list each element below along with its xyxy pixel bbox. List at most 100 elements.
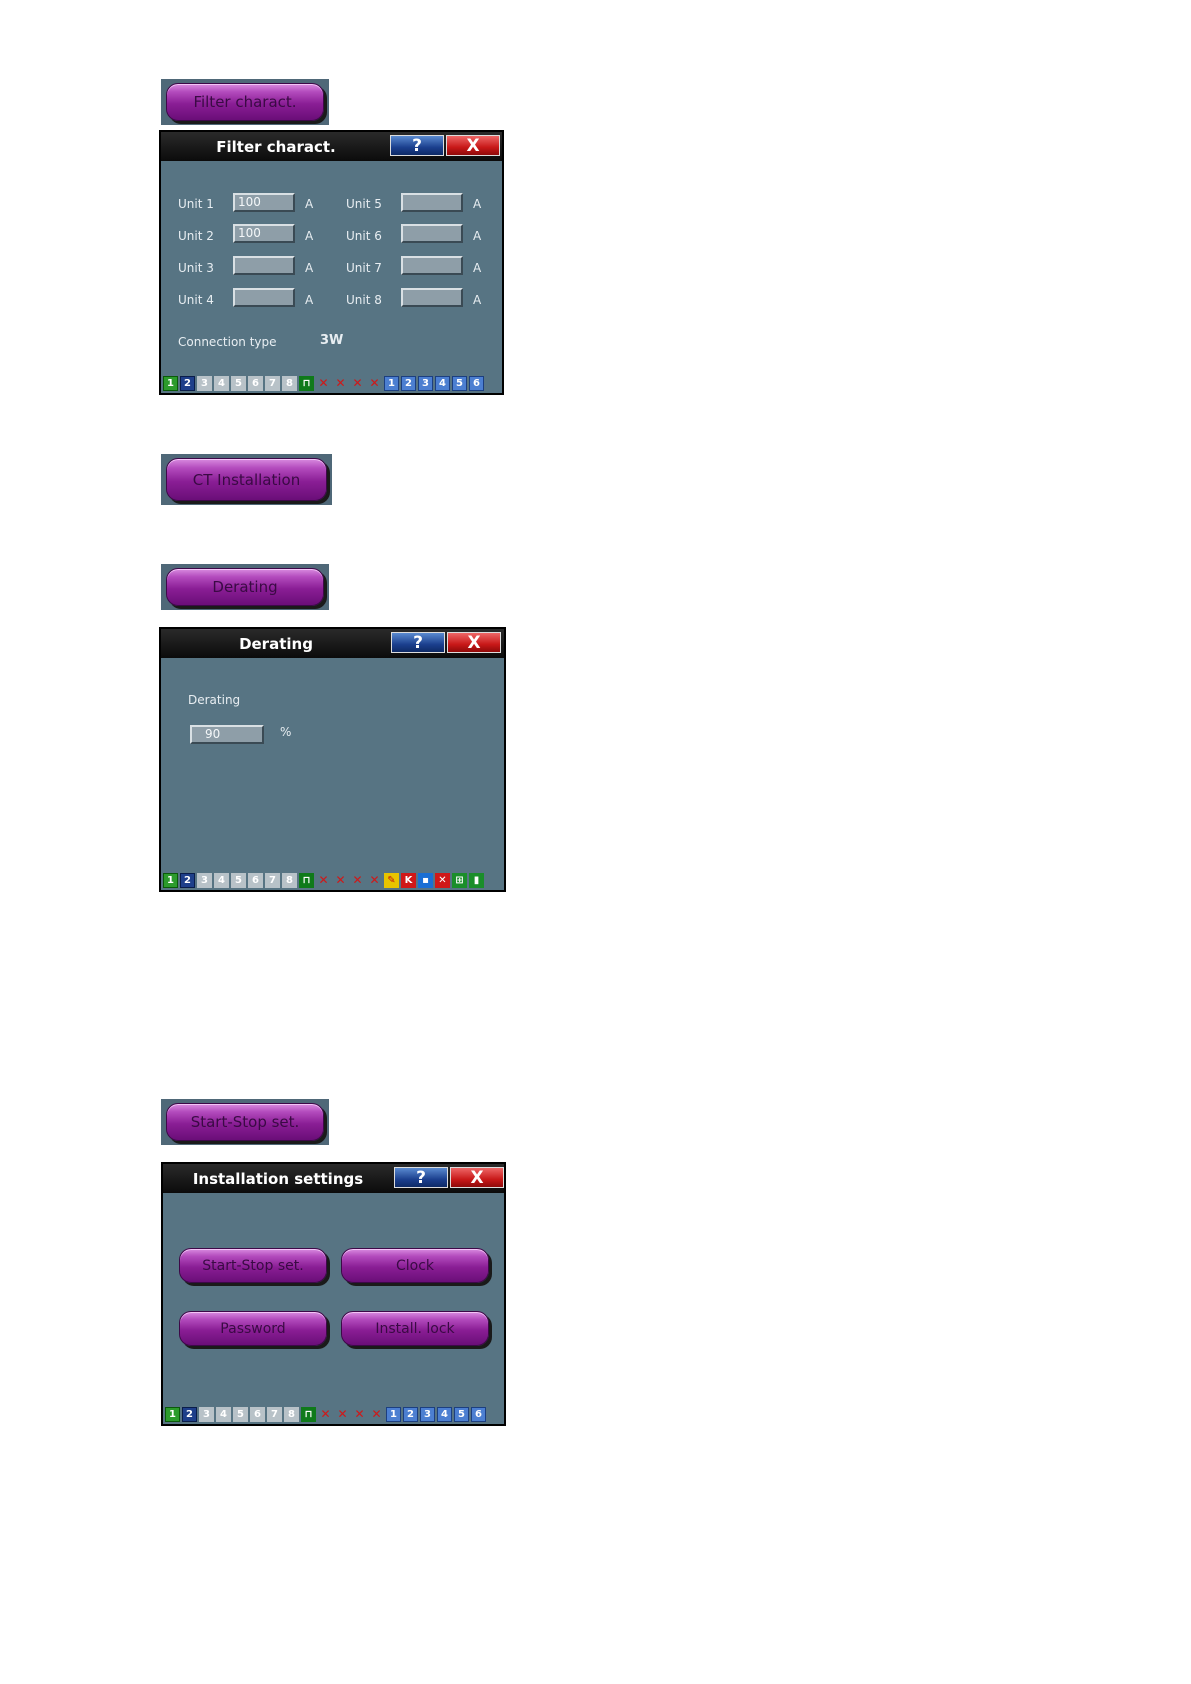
help-button[interactable]: ? xyxy=(391,632,445,653)
unit-5-input[interactable] xyxy=(401,193,463,212)
unit-status-1: 1 xyxy=(384,375,399,391)
delete-icon: ✕ xyxy=(435,872,450,888)
installation-settings-panel: Installation settings ? X Start-Stop set… xyxy=(161,1162,506,1426)
filter-charact-button-frame: Filter charact. xyxy=(161,79,329,125)
tool-off-icon: ✕ xyxy=(371,1407,382,1421)
status-2: 2 xyxy=(182,1406,197,1422)
unit-2-unit: A xyxy=(305,229,314,243)
close-icon: X xyxy=(470,1167,484,1188)
help-icon: ? xyxy=(413,632,423,653)
connection-type-value: 3W xyxy=(320,333,344,348)
unit-2-input[interactable]: 100 xyxy=(233,224,295,243)
wrench-icon: ✕ xyxy=(337,1407,348,1421)
filter-charact-button[interactable]: Filter charact. xyxy=(166,83,324,121)
link-off-icon: ✕ xyxy=(352,376,363,390)
status-3: 3 xyxy=(197,375,212,391)
save-icon: ▪ xyxy=(418,872,433,888)
filter-status-bar: 1 2 3 4 5 6 7 8 ⊓ ✕ ✕ ✕ ✕ 1 2 3 4 5 6 xyxy=(163,375,484,391)
unit-1-unit: A xyxy=(305,197,314,211)
status-8: 8 xyxy=(284,1406,299,1422)
unit-3-input[interactable] xyxy=(233,256,295,275)
clock-button[interactable]: Clock xyxy=(341,1248,489,1283)
derating-label: Derating xyxy=(188,693,241,707)
filter-charact-panel: Filter charact. ? X Unit 1 100 A Unit 2 … xyxy=(159,130,504,395)
link-broken-icon: ✕ xyxy=(320,1407,331,1421)
status-4: 4 xyxy=(214,375,229,391)
unit-status-3: 3 xyxy=(418,375,433,391)
unit-status-6: 6 xyxy=(469,375,484,391)
unit-8-label: Unit 8 xyxy=(346,293,382,307)
derating-titlebar: Derating ? X xyxy=(161,629,504,658)
status-5: 5 xyxy=(231,872,246,888)
unit-4-input[interactable] xyxy=(233,288,295,307)
unit-6-label: Unit 6 xyxy=(346,229,382,243)
install-panel-title: Installation settings xyxy=(192,1169,364,1188)
tool-off-icon: ✕ xyxy=(369,376,380,390)
unit-6-input[interactable] xyxy=(401,224,463,243)
unlock-icon: ⊓ xyxy=(301,1406,316,1422)
start-stop-button-frame: Start-Stop set. xyxy=(161,1099,329,1145)
status-2: 2 xyxy=(180,375,195,391)
install-lock-button[interactable]: Install. lock xyxy=(341,1311,489,1346)
derating-status-bar: 1 2 3 4 5 6 7 8 ⊓ ✕ ✕ ✕ ✕ ✎ K ▪ ✕ ⊞ ▮ xyxy=(163,872,484,888)
status-3: 3 xyxy=(197,872,212,888)
unit-status-6: 6 xyxy=(471,1406,486,1422)
close-button[interactable]: X xyxy=(446,135,500,156)
derating-panel-title: Derating xyxy=(239,634,313,653)
unit-2-label: Unit 2 xyxy=(178,229,214,243)
status-7: 7 xyxy=(265,872,280,888)
close-button[interactable]: X xyxy=(447,632,501,653)
link-off-icon: ✕ xyxy=(354,1407,365,1421)
unit-8-input[interactable] xyxy=(401,288,463,307)
connection-type-label: Connection type xyxy=(178,335,277,349)
derating-button[interactable]: Derating xyxy=(166,568,324,606)
status-7: 7 xyxy=(267,1406,282,1422)
unit-status-2: 2 xyxy=(403,1406,418,1422)
unit-7-label: Unit 7 xyxy=(346,261,382,275)
unlock-icon: ⊓ xyxy=(299,375,314,391)
unit-4-unit: A xyxy=(305,293,314,307)
status-5: 5 xyxy=(233,1406,248,1422)
status-1: 1 xyxy=(165,1406,180,1422)
temperature-icon: ▮ xyxy=(469,872,484,888)
unit-status-2: 2 xyxy=(401,375,416,391)
unit-status-3: 3 xyxy=(420,1406,435,1422)
status-7: 7 xyxy=(265,375,280,391)
unit-3-label: Unit 3 xyxy=(178,261,214,275)
link-broken-icon: ✕ xyxy=(318,873,329,887)
install-status-bar: 1 2 3 4 5 6 7 8 ⊓ ✕ ✕ ✕ ✕ 1 2 3 4 5 6 xyxy=(165,1406,486,1422)
ct-installation-button[interactable]: CT Installation xyxy=(166,458,327,501)
status-4: 4 xyxy=(216,1406,231,1422)
status-6: 6 xyxy=(248,375,263,391)
unit-8-unit: A xyxy=(473,293,482,307)
edit-icon: ✎ xyxy=(384,872,399,888)
unlock-icon: ⊓ xyxy=(299,872,314,888)
status-2: 2 xyxy=(180,872,195,888)
tk-icon: K xyxy=(401,872,416,888)
derating-input[interactable]: 90 xyxy=(190,725,264,744)
status-8: 8 xyxy=(282,872,297,888)
unit-6-unit: A xyxy=(473,229,482,243)
filter-panel-title: Filter charact. xyxy=(216,137,336,156)
derating-button-frame: Derating xyxy=(161,564,329,610)
start-stop-button[interactable]: Start-Stop set. xyxy=(166,1103,324,1141)
status-3: 3 xyxy=(199,1406,214,1422)
help-button[interactable]: ? xyxy=(390,135,444,156)
help-icon: ? xyxy=(416,1167,426,1188)
unit-status-4: 4 xyxy=(437,1406,452,1422)
close-button[interactable]: X xyxy=(450,1167,504,1188)
derating-unit: % xyxy=(280,725,292,739)
password-button[interactable]: Password xyxy=(179,1311,327,1346)
status-5: 5 xyxy=(231,375,246,391)
start-stop-set-button[interactable]: Start-Stop set. xyxy=(179,1248,327,1283)
unit-5-unit: A xyxy=(473,197,482,211)
unit-status-1: 1 xyxy=(386,1406,401,1422)
unit-7-input[interactable] xyxy=(401,256,463,275)
close-icon: X xyxy=(466,135,480,156)
link-broken-icon: ✕ xyxy=(318,376,329,390)
unit-1-input[interactable]: 100 xyxy=(233,193,295,212)
help-icon: ? xyxy=(412,135,422,156)
link-off-icon: ✕ xyxy=(352,873,363,887)
unit-7-unit: A xyxy=(473,261,482,275)
help-button[interactable]: ? xyxy=(394,1167,448,1188)
